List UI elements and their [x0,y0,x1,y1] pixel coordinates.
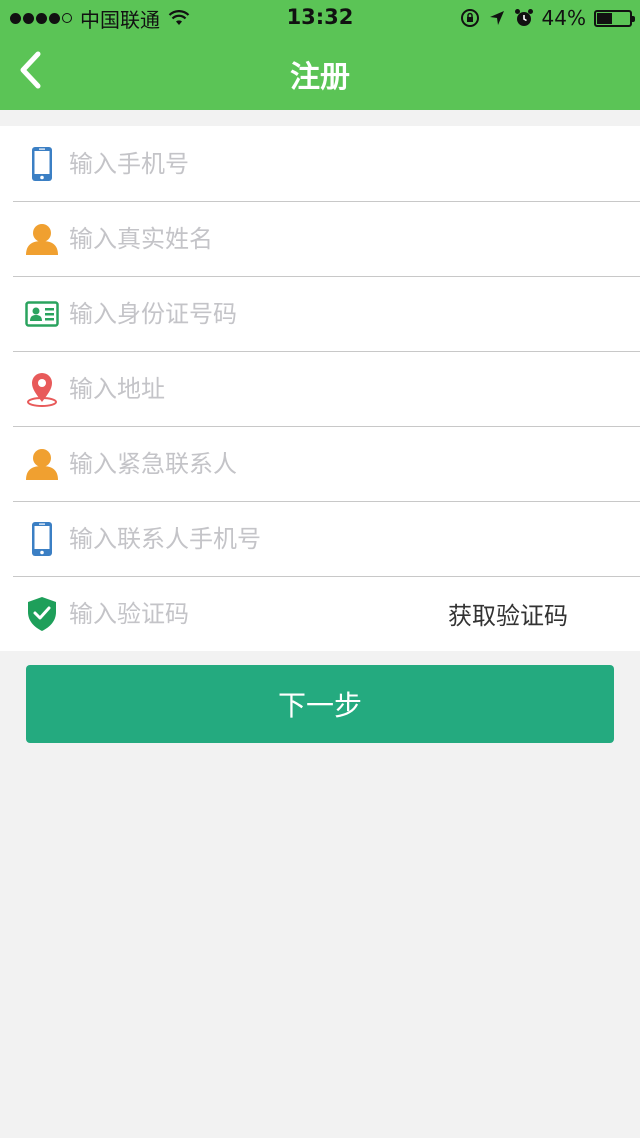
user-icon [25,446,59,482]
get-code-button[interactable]: 获取验证码 [448,576,568,651]
app-header: 中国联通 13:32 44% 注册 [0,0,640,110]
user-icon [25,221,59,257]
location-arrow-icon [489,11,504,25]
status-bar: 中国联通 13:32 44% [0,0,640,36]
emergency-contact-input[interactable] [69,449,429,478]
id-number-row [0,276,640,351]
id-card-icon [25,296,59,332]
contact-phone-input[interactable] [69,524,429,553]
phone-icon [25,146,59,182]
battery-percent: 44% [541,6,586,30]
address-input[interactable] [69,374,429,403]
battery-icon [594,9,635,27]
real-name-input[interactable] [69,224,429,253]
alarm-icon [514,9,533,26]
phone-icon [25,521,59,557]
emergency-contact-row [0,426,640,501]
next-step-button[interactable]: 下一步 [26,665,614,743]
registration-form: 获取验证码 [0,126,640,651]
real-name-row [0,201,640,276]
id-number-input[interactable] [69,299,429,328]
status-right: 44% [460,5,635,31]
contact-phone-row [0,501,640,576]
phone-row [0,126,640,201]
verification-code-row: 获取验证码 [0,576,640,651]
shield-check-icon [25,596,59,632]
phone-input[interactable] [69,149,429,178]
page-title: 注册 [290,60,350,95]
verification-code-input[interactable] [69,599,369,628]
battery-fill [597,12,612,24]
location-pin-icon [25,371,59,407]
orientation-lock-icon [460,9,479,27]
address-row [0,351,640,426]
